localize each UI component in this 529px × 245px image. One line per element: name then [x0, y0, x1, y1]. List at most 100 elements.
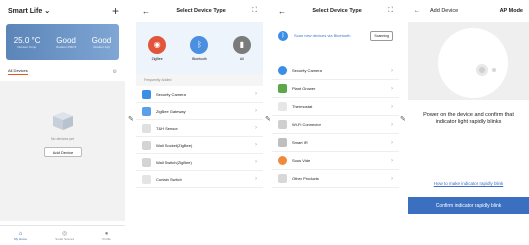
weather-aqi-value: Good	[91, 35, 112, 45]
pencil-icon: ✎	[128, 116, 134, 123]
chevron-right-icon: ›	[255, 108, 257, 114]
list-item-label: Security Camera	[292, 68, 322, 73]
section-label: Frequently Added	[136, 74, 263, 86]
select-type-header: ← Select Device Type ⛶	[136, 0, 263, 22]
list-item[interactable]: Plant Grower ›	[272, 80, 399, 98]
category-all-label: All	[239, 56, 244, 61]
tab-all-devices[interactable]: All Devices	[8, 68, 28, 75]
device-illustration	[408, 22, 529, 100]
page-title: Add Device	[430, 8, 459, 14]
chevron-right-icon: ›	[255, 176, 257, 182]
list-item-label: ZigBee Gateway	[156, 108, 186, 114]
device-circle	[438, 28, 508, 98]
other-products-icon	[278, 174, 287, 183]
chevron-right-icon: ›	[391, 175, 393, 182]
empty-box-icon	[53, 112, 73, 130]
list-item-label: Smart IR	[292, 140, 308, 145]
weather-temp-value: 25.0 °C	[13, 35, 41, 45]
back-icon[interactable]: ←	[278, 7, 286, 16]
ap-mode-link[interactable]: AP Mode	[500, 8, 523, 14]
chevron-right-icon: ›	[391, 139, 393, 146]
all-devices-icon: ▮	[232, 35, 251, 54]
list-item[interactable]: Curtain Switch ›	[136, 171, 263, 188]
chevron-right-icon: ›	[255, 142, 257, 148]
device-tabs: All Devices ⚙	[0, 62, 125, 77]
chevron-right-icon: ›	[255, 91, 257, 97]
list-item[interactable]: Sous Vide ›	[272, 152, 399, 170]
back-icon[interactable]: ←	[142, 7, 150, 16]
list-item[interactable]: Other Products ›	[272, 170, 399, 188]
list-item[interactable]: Smart IR ›	[272, 134, 399, 152]
list-item-label: Security Camera	[156, 91, 186, 97]
settings-icon[interactable]: ⚙	[113, 69, 117, 75]
bluetooth-icon: ᛒ	[278, 31, 288, 41]
chevron-right-icon: ›	[391, 121, 393, 128]
page-title: Select Device Type	[312, 8, 362, 14]
chevron-right-icon: ›	[255, 125, 257, 131]
list-item[interactable]: T&H Sensor ›	[136, 120, 263, 137]
instruction-text: Power on the device and confirm that ind…	[423, 112, 514, 126]
weather-pm25: Good Outdoor PM2.5	[56, 36, 76, 49]
chevron-right-icon: ›	[255, 159, 257, 165]
help-link[interactable]: How to make indicator rapidly blink	[408, 181, 529, 186]
scan-icon[interactable]: ⛶	[388, 7, 393, 15]
category-row: ◉ ZigBee ᛒ Bluetooth ▮ All	[136, 22, 263, 74]
list-item-label: Plant Grower	[292, 86, 316, 91]
indicator-light-icon	[476, 64, 496, 76]
chevron-right-icon: ›	[391, 67, 393, 74]
device-type-list: Security Camera › Plant Grower › Thermosta…	[272, 62, 399, 188]
plant-icon	[278, 84, 287, 93]
category-all[interactable]: ▮ All	[232, 35, 251, 61]
socket-icon	[142, 140, 151, 150]
list-item[interactable]: Security Camera ›	[272, 62, 399, 80]
pencil-icon: ✎	[400, 116, 406, 123]
thermostat-icon	[278, 102, 287, 111]
add-icon[interactable]: +	[112, 4, 119, 18]
home-switcher[interactable]: Smart Life ⌄	[8, 7, 50, 15]
scan-icon[interactable]: ⛶	[252, 7, 257, 15]
add-device-screen: ← Add Device AP Mode Power on the device…	[408, 0, 529, 245]
back-icon[interactable]: ←	[414, 8, 420, 14]
category-zigbee[interactable]: ◉ ZigBee	[148, 35, 167, 61]
list-item-label: Thermostat	[292, 104, 313, 109]
wifi-connector-icon	[278, 120, 287, 129]
list-item[interactable]: ZigBee Gateway ›	[136, 103, 263, 120]
home-title: Smart Life	[8, 8, 43, 15]
weather-aqi-label: Outdoor AQI	[93, 44, 110, 49]
category-bluetooth[interactable]: ᛒ Bluetooth	[190, 35, 209, 61]
list-item[interactable]: Wall Switch(ZigBee) ›	[136, 154, 263, 171]
scanning-button[interactable]: Scanning	[370, 31, 393, 41]
confirm-button[interactable]: Confirm indicator rapidly blink	[408, 197, 529, 214]
curtain-icon	[142, 174, 151, 184]
scan-header: ← Select Device Type ⛶	[272, 0, 399, 22]
nav-smart-scenes[interactable]: ◎ Smart Scenes	[55, 230, 74, 241]
list-item-label: Wall Socket(ZigBee)	[156, 142, 193, 148]
weather-temp-label: Outdoor Temp.	[17, 44, 37, 49]
category-bluetooth-label: Bluetooth	[192, 56, 207, 61]
weather-aqi: Good Outdoor AQI	[92, 36, 112, 49]
list-item[interactable]: Security Camera ›	[136, 86, 263, 103]
bottom-nav: ⌂ My Home ◎ Smart Scenes ● Profile	[0, 225, 125, 245]
nav-profile[interactable]: ● Profile	[102, 231, 111, 241]
weather-pm25-label: Outdoor PM2.5	[55, 44, 77, 49]
add-device-button[interactable]: Add Device	[44, 147, 82, 157]
nav-profile-label: Profile	[102, 236, 111, 241]
home-header: Smart Life ⌄ +	[0, 0, 125, 22]
nav-my-home[interactable]: ⌂ My Home	[14, 231, 27, 241]
home-screen: Smart Life ⌄ + 25.0 °C Outdoor Temp. Good…	[0, 0, 125, 245]
bluetooth-icon: ᛒ	[190, 35, 209, 54]
camera-icon	[278, 66, 287, 75]
page-title: Select Device Type	[176, 8, 226, 14]
select-type-screen: ← Select Device Type ⛶ ◉ ZigBee ᛒ Blueto…	[136, 0, 263, 245]
list-item-label: Wi-Fi Connector	[292, 122, 321, 127]
weather-card: 25.0 °C Outdoor Temp. Good Outdoor PM2.5 G…	[6, 24, 119, 60]
switch-icon	[142, 157, 151, 167]
nav-my-home-label: My Home	[14, 236, 27, 241]
list-item[interactable]: Thermostat ›	[272, 98, 399, 116]
scan-prompt[interactable]: Scan new devices via Bluetooth	[294, 33, 370, 38]
zigbee-icon: ◉	[148, 35, 167, 54]
list-item[interactable]: Wi-Fi Connector ›	[272, 116, 399, 134]
list-item[interactable]: Wall Socket(ZigBee) ›	[136, 137, 263, 154]
add-device-header: ← Add Device AP Mode	[408, 0, 529, 22]
device-type-list: Security Camera › ZigBee Gateway › T&H Sen…	[136, 86, 263, 188]
